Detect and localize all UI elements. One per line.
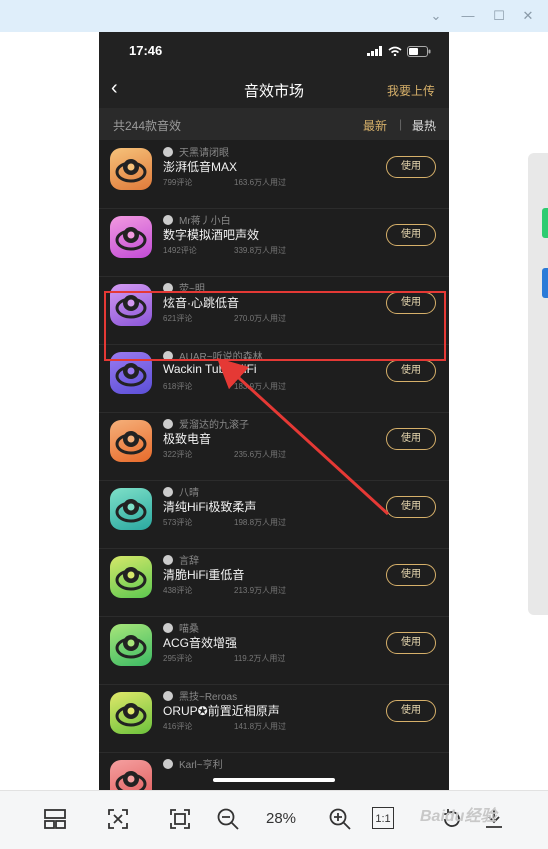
annotation-arrow [216, 357, 390, 516]
layout-icon[interactable] [43, 807, 67, 831]
watermark-logo: Baidu经验 [420, 808, 497, 825]
actual-size-icon[interactable] [168, 807, 192, 831]
zoom-in-icon[interactable] [328, 807, 352, 831]
one-to-one-button[interactable]: 1:1 [372, 807, 394, 829]
fit-screen-icon[interactable] [106, 807, 130, 831]
zoom-out-icon[interactable] [216, 807, 240, 831]
zoom-level: 28% [266, 810, 297, 827]
